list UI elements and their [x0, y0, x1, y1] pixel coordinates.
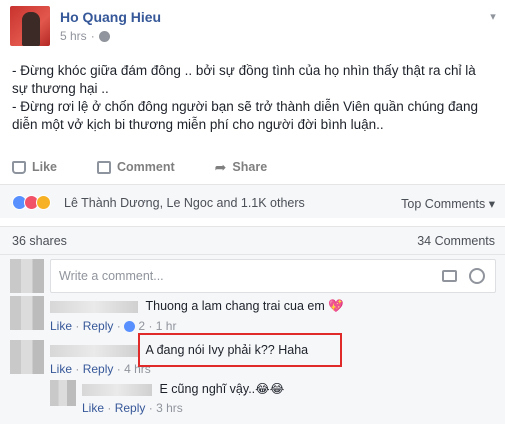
- comment-item: Thuong a lam chang trai cua em 💖 Like · …: [50, 299, 344, 333]
- comment-reply-link[interactable]: Reply: [83, 362, 114, 376]
- camera-icon[interactable]: [442, 270, 457, 282]
- post-body: - Đừng khóc giữa đám đông .. bởi sự đồng…: [12, 62, 492, 134]
- emoji-icon[interactable]: [469, 268, 485, 284]
- globe-icon: [98, 30, 110, 42]
- commenter-name[interactable]: [50, 300, 138, 313]
- post-line: - Đừng khóc giữa đám đông .. bởi sự đồng…: [12, 63, 476, 96]
- comment-button[interactable]: Comment: [97, 158, 175, 176]
- comment-text: E cũng nghĩ vậy..😂😂: [159, 382, 285, 396]
- comment-text: Thuong a lam chang trai cua em 💖: [145, 299, 344, 313]
- caret-down-icon: ▾: [488, 197, 495, 211]
- current-user-avatar: [10, 259, 44, 293]
- post-time[interactable]: 5 hrs: [60, 29, 87, 43]
- comment-reply-link[interactable]: Reply: [83, 319, 114, 333]
- sort-comments-dropdown[interactable]: Top Comments ▾: [401, 196, 495, 211]
- commenter-avatar[interactable]: [50, 380, 76, 406]
- reactions-bar: Lê Thành Dương, Le Ngoc and 1.1K others …: [0, 184, 505, 218]
- comment-reply-link[interactable]: Reply: [115, 401, 146, 415]
- comments-count[interactable]: 34 Comments: [417, 234, 495, 248]
- shares-count[interactable]: 36 shares: [12, 234, 67, 248]
- comment-like-link[interactable]: Like: [82, 401, 104, 415]
- commenter-name[interactable]: [50, 344, 138, 357]
- chevron-down-icon[interactable]: ▾: [486, 10, 500, 24]
- post-meta: 5 hrs ·: [60, 29, 110, 43]
- comment-like-link[interactable]: Like: [50, 319, 72, 333]
- comment-icon: [97, 160, 112, 174]
- thumbs-up-icon: [12, 160, 26, 174]
- share-button[interactable]: ➦ Share: [215, 158, 267, 176]
- sad-reaction-icon: [36, 195, 51, 210]
- comment-reply-item: E cũng nghĩ vậy..😂😂 Like · Reply · 3 hrs: [82, 382, 285, 415]
- author-name[interactable]: Ho Quang Hieu: [60, 9, 161, 25]
- author-avatar[interactable]: [10, 6, 50, 46]
- counts-row: 36 shares 34 Comments: [0, 226, 505, 254]
- like-button[interactable]: Like: [12, 158, 57, 176]
- highlight-box: [138, 333, 342, 367]
- reactions-summary[interactable]: Lê Thành Dương, Le Ngoc and 1.1K others: [64, 196, 305, 210]
- commenter-avatar[interactable]: [10, 296, 44, 330]
- commenter-name[interactable]: [82, 383, 152, 396]
- comment-input[interactable]: Write a comment...: [50, 259, 496, 293]
- commenter-avatar[interactable]: [10, 340, 44, 374]
- comment-like-link[interactable]: Like: [50, 362, 72, 376]
- comment-like-count[interactable]: 2: [138, 319, 145, 333]
- comment-time[interactable]: 3 hrs: [156, 401, 183, 415]
- share-icon: ➦: [214, 158, 227, 175]
- post-header: Ho Quang Hieu 5 hrs · ▾: [10, 6, 500, 48]
- comment-time[interactable]: 1 hr: [156, 319, 177, 333]
- like-count-icon: [124, 321, 136, 333]
- post-actions: Like Comment ➦ Share: [12, 158, 492, 176]
- reaction-icons[interactable]: [12, 195, 51, 210]
- post-line: - Đừng rơi lệ ở chốn đông người bạn sẽ t…: [12, 99, 479, 132]
